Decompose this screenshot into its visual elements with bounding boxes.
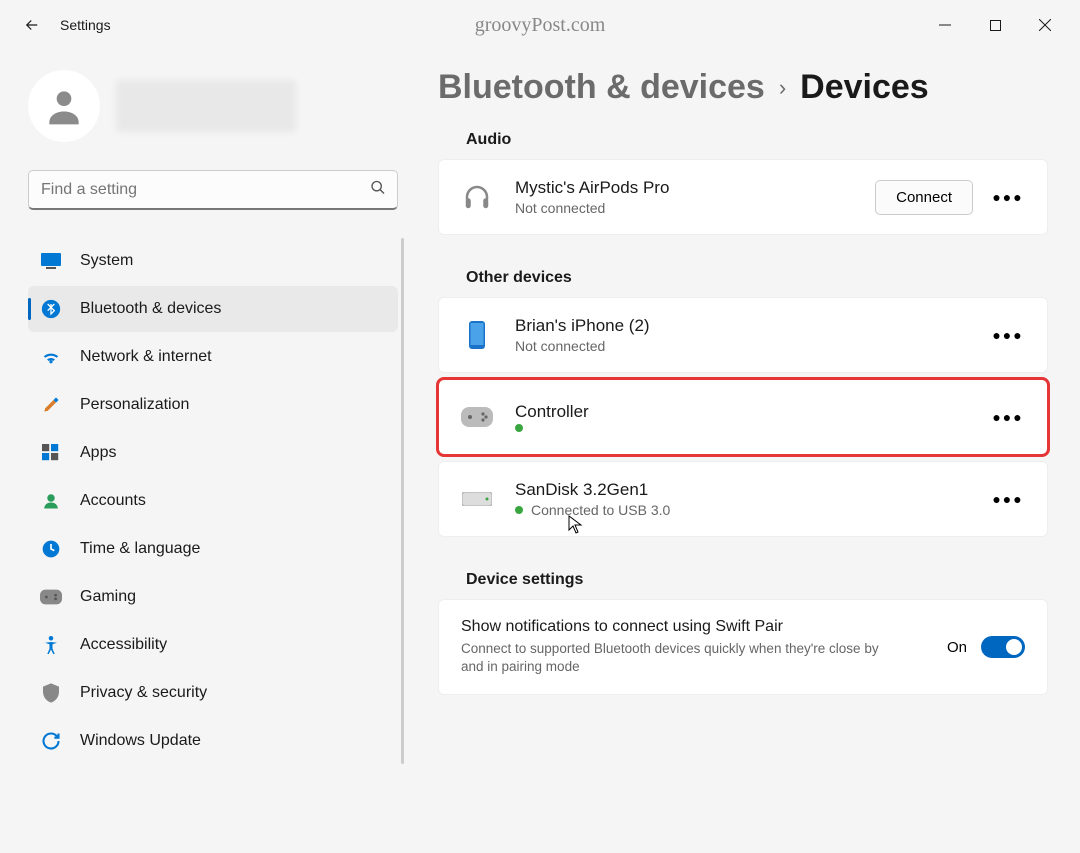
breadcrumb: Bluetooth & devices › Devices <box>438 68 1048 107</box>
breadcrumb-parent[interactable]: Bluetooth & devices <box>438 68 765 107</box>
minimize-button[interactable] <box>922 9 968 41</box>
sidebar-item-privacy[interactable]: Privacy & security <box>28 670 398 716</box>
apps-icon <box>40 442 62 464</box>
app-title: Settings <box>60 17 111 33</box>
sidebar-item-label: System <box>80 252 133 270</box>
profile-block[interactable] <box>28 70 410 142</box>
accessibility-icon <box>40 634 62 656</box>
sidebar-item-label: Time & language <box>80 540 200 558</box>
device-more-button[interactable]: ●●● <box>991 402 1025 432</box>
sidebar-item-label: Apps <box>80 444 116 462</box>
bluetooth-icon <box>40 298 62 320</box>
back-button[interactable] <box>12 5 52 45</box>
sidebar-item-label: Bluetooth & devices <box>80 300 221 318</box>
device-name: SanDisk 3.2Gen1 <box>515 480 670 500</box>
sidebar-item-label: Accounts <box>80 492 146 510</box>
device-more-button[interactable]: ●●● <box>991 484 1025 514</box>
clock-globe-icon <box>40 538 62 560</box>
status-dot-icon <box>515 506 523 514</box>
gamepad-icon <box>40 586 62 608</box>
sidebar-item-time[interactable]: Time & language <box>28 526 398 572</box>
setting-title: Show notifications to connect using Swif… <box>461 618 947 636</box>
sidebar-item-accounts[interactable]: Accounts <box>28 478 398 524</box>
profile-name-redacted <box>116 80 296 132</box>
headphones-icon <box>461 181 493 213</box>
toggle-state-label: On <box>947 639 967 656</box>
status-dot-icon <box>515 424 523 432</box>
update-icon <box>40 730 62 752</box>
device-more-button[interactable]: ●●● <box>991 320 1025 350</box>
paintbrush-icon <box>40 394 62 416</box>
sidebar-item-update[interactable]: Windows Update <box>28 718 398 764</box>
sidebar-item-label: Personalization <box>80 396 189 414</box>
sidebar-item-system[interactable]: System <box>28 238 398 284</box>
device-name: Brian's iPhone (2) <box>515 316 650 336</box>
connect-button[interactable]: Connect <box>875 180 973 215</box>
close-button[interactable] <box>1022 9 1068 41</box>
controller-icon <box>461 401 493 433</box>
device-name: Controller <box>515 402 589 422</box>
maximize-button[interactable] <box>972 9 1018 41</box>
search-icon <box>370 180 386 201</box>
setting-description: Connect to supported Bluetooth devices q… <box>461 640 881 676</box>
shield-icon <box>40 682 62 704</box>
person-icon <box>42 84 86 128</box>
sidebar-item-label: Network & internet <box>80 348 212 366</box>
device-row-sandisk[interactable]: SanDisk 3.2Gen1 Connected to USB 3.0 ●●● <box>438 461 1048 537</box>
device-status: Connected to USB 3.0 <box>515 502 670 518</box>
sidebar-item-label: Gaming <box>80 588 136 606</box>
setting-row-swift-pair[interactable]: Show notifications to connect using Swif… <box>438 599 1048 695</box>
search-input[interactable] <box>28 170 398 210</box>
section-title-device-settings: Device settings <box>466 571 1048 589</box>
device-name: Mystic's AirPods Pro <box>515 178 669 198</box>
device-row-airpods[interactable]: Mystic's AirPods Pro Not connected Conne… <box>438 159 1048 235</box>
sidebar-item-gaming[interactable]: Gaming <box>28 574 398 620</box>
avatar <box>28 70 100 142</box>
device-status: Not connected <box>515 200 669 216</box>
breadcrumb-current: Devices <box>800 68 929 107</box>
device-row-controller[interactable]: Controller ●●● <box>438 379 1048 455</box>
device-status <box>515 424 589 432</box>
minimize-icon <box>939 19 951 31</box>
wifi-icon <box>40 346 62 368</box>
section-title-audio: Audio <box>466 131 1048 149</box>
sidebar-item-label: Windows Update <box>80 732 201 750</box>
section-title-other: Other devices <box>466 269 1048 287</box>
sidebar-item-accessibility[interactable]: Accessibility <box>28 622 398 668</box>
close-icon <box>1039 19 1051 31</box>
phone-icon <box>461 319 493 351</box>
arrow-left-icon <box>23 16 41 34</box>
sidebar-item-label: Accessibility <box>80 636 167 654</box>
maximize-icon <box>990 20 1001 31</box>
watermark-text: groovyPost.com <box>475 14 606 37</box>
accounts-icon <box>40 490 62 512</box>
device-row-iphone[interactable]: Brian's iPhone (2) Not connected ●●● <box>438 297 1048 373</box>
device-more-button[interactable]: ●●● <box>991 182 1025 212</box>
chevron-right-icon: › <box>779 75 786 101</box>
sidebar-item-bluetooth[interactable]: Bluetooth & devices <box>28 286 398 332</box>
system-icon <box>40 250 62 272</box>
sidebar-item-personalization[interactable]: Personalization <box>28 382 398 428</box>
sidebar-item-network[interactable]: Network & internet <box>28 334 398 380</box>
drive-icon <box>461 483 493 515</box>
sidebar-item-label: Privacy & security <box>80 684 207 702</box>
device-status: Not connected <box>515 338 650 354</box>
sidebar-item-apps[interactable]: Apps <box>28 430 398 476</box>
swift-pair-toggle[interactable] <box>981 636 1025 658</box>
